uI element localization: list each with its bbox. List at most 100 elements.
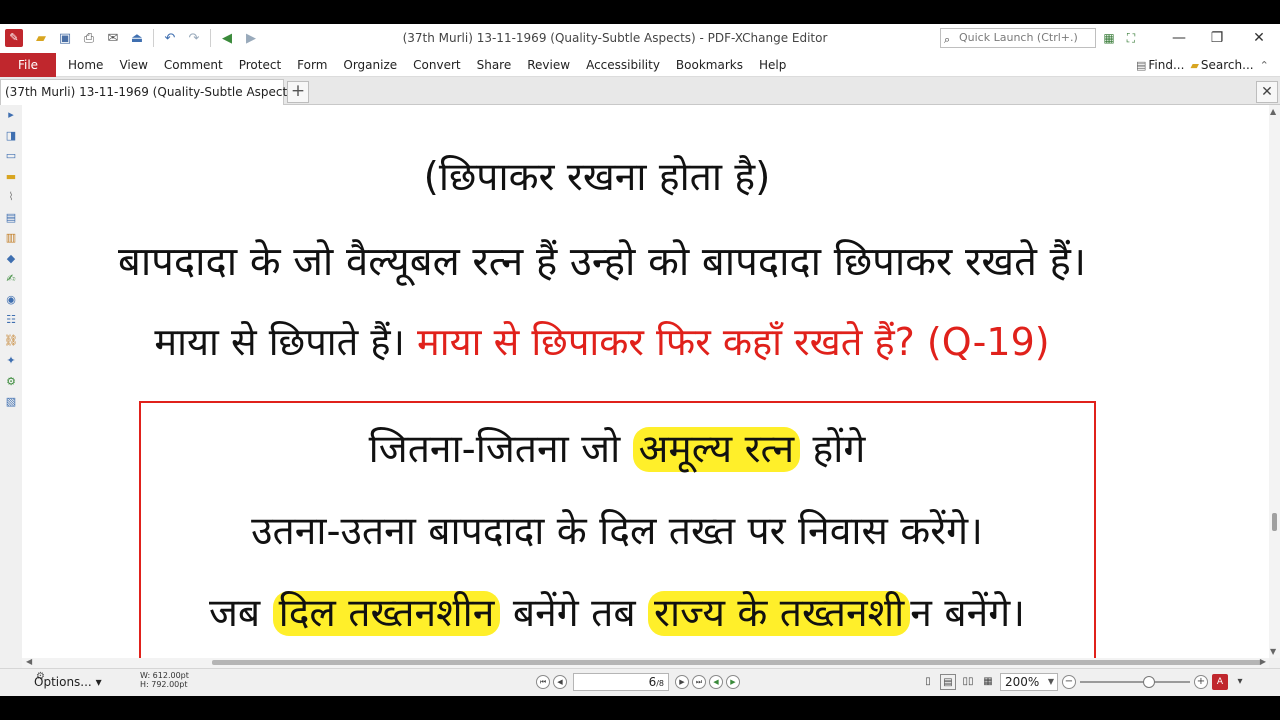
zoom-level-select[interactable]: 200% ▼: [1000, 673, 1058, 691]
facing-icon[interactable]: ▯▯: [960, 674, 976, 690]
menu-accessibility[interactable]: Accessibility: [578, 53, 668, 77]
page-dimensions: W: 612.00pt H: 792.00pt: [140, 671, 189, 689]
minimize-button[interactable]: —: [1160, 24, 1198, 53]
highlighted-text: राज्य के तख्तनशी: [648, 591, 911, 636]
vertical-scrollbar[interactable]: ▲ ▼: [1269, 105, 1280, 658]
layers-icon[interactable]: ◆: [0, 249, 22, 270]
bookmarks-icon[interactable]: ◨: [0, 126, 22, 147]
next-page-icon[interactable]: ▶: [675, 675, 689, 689]
file-menu-button[interactable]: File: [0, 53, 56, 77]
menu-help[interactable]: Help: [751, 53, 794, 77]
scroll-right-icon[interactable]: ▶: [1260, 657, 1266, 666]
menu-bar: File Home View Comment Protect Form Orga…: [0, 53, 1280, 77]
facing-continuous-icon[interactable]: ▦: [980, 674, 996, 690]
structure-icon[interactable]: ☷: [0, 310, 22, 331]
zoom-slider-knob[interactable]: [1143, 676, 1155, 688]
options-button[interactable]: Options... ▾: [34, 675, 102, 689]
zoom-slider[interactable]: [1080, 674, 1190, 690]
comments-icon[interactable]: ▬: [0, 167, 22, 188]
menu-view[interactable]: View: [111, 53, 155, 77]
single-page-icon[interactable]: ▯: [920, 674, 936, 690]
prev-page-icon[interactable]: ◀: [553, 675, 567, 689]
doc-line-1: (छिपाकर रखना होता है): [423, 155, 771, 200]
vertical-scroll-thumb[interactable]: [1272, 513, 1277, 531]
page-number-input[interactable]: 6/8: [573, 673, 669, 691]
zoom-slider-track: [1080, 681, 1190, 683]
continuous-icon[interactable]: ▤: [940, 674, 956, 690]
box-line-1-post: होंगे: [812, 427, 866, 472]
last-page-icon[interactable]: ⏭: [692, 675, 706, 689]
tags-icon[interactable]: ◉: [0, 290, 22, 311]
page-width: W: 612.00pt: [140, 671, 189, 680]
highlighted-text: अमूल्य रत्न: [632, 427, 801, 472]
document-tab[interactable]: (37th Murli) 13-11-1969 (Quality-Subtle …: [0, 79, 298, 105]
menu-comment[interactable]: Comment: [156, 53, 231, 77]
find-label: Find...: [1148, 58, 1185, 72]
menu-home[interactable]: Home: [60, 53, 111, 77]
fullscreen-icon[interactable]: ⛶: [1122, 29, 1140, 47]
total-pages: 8: [658, 679, 664, 688]
scroll-up-icon[interactable]: ▲: [1270, 107, 1276, 116]
menu-review[interactable]: Review: [519, 53, 578, 77]
expand-pane-icon[interactable]: ▸: [0, 105, 22, 126]
quick-launch-input[interactable]: ⌕ Quick Launch (Ctrl+.): [940, 28, 1096, 48]
menu-protect[interactable]: Protect: [231, 53, 289, 77]
zoom-out-icon[interactable]: −: [1062, 675, 1076, 689]
customize-icon[interactable]: ▦: [1100, 29, 1118, 47]
content-icon[interactable]: ▤: [0, 208, 22, 229]
doc-line-3-question: माया से छिपाकर फिर कहाँ रखते हैं? (Q-19): [417, 320, 1050, 364]
close-document-button[interactable]: ✕: [1256, 81, 1278, 103]
menu-organize[interactable]: Organize: [335, 53, 405, 77]
stamps-icon[interactable]: ✦: [0, 351, 22, 372]
status-bar: ⚙ Options... ▾ W: 612.00pt H: 792.00pt ⏮…: [0, 668, 1280, 696]
highlight-box: जितना-जितना जो अमूल्य रत्न होंगे उतना-उत…: [139, 401, 1096, 658]
menu-bookmarks[interactable]: Bookmarks: [668, 53, 751, 77]
links-icon[interactable]: ⛓: [0, 331, 22, 352]
box-line-1: जितना-जितना जो अमूल्य रत्न होंगे: [141, 421, 1093, 474]
title-bar: ✎ ▰ ▣ ⎙ ✉ ⏏ ↶ ↷ ◀ ▶ (37th Murli) 13-11-1…: [0, 24, 1280, 53]
find-button[interactable]: ▤ Find...: [1136, 58, 1184, 72]
box-line-3-pre: जब: [208, 591, 261, 636]
menu-items: Home View Comment Protect Form Organize …: [60, 53, 794, 77]
prev-view-icon[interactable]: ◀: [709, 675, 723, 689]
signatures-icon[interactable]: ✍: [0, 269, 22, 290]
thumbnails-icon[interactable]: ▧: [0, 392, 22, 413]
collapse-ribbon-icon[interactable]: ⌃: [1260, 59, 1269, 72]
search-button[interactable]: ▰ Search...: [1190, 58, 1253, 72]
pages-icon[interactable]: ▭: [0, 146, 22, 167]
new-tab-button[interactable]: +: [287, 81, 309, 103]
scroll-down-icon[interactable]: ▼: [1270, 647, 1276, 656]
menu-share[interactable]: Share: [469, 53, 520, 77]
close-window-button[interactable]: ✕: [1240, 24, 1278, 53]
zoom-in-icon[interactable]: +: [1194, 675, 1208, 689]
menu-form[interactable]: Form: [289, 53, 335, 77]
destinations-icon[interactable]: ▥: [0, 228, 22, 249]
status-menu-icon[interactable]: ▾: [1232, 674, 1248, 690]
restore-button[interactable]: ❐: [1198, 24, 1236, 53]
find-icon: ▤: [1136, 58, 1147, 72]
options-label: Options...: [34, 675, 92, 689]
menu-right-tools: ▤ Find... ▰ Search... ⌃: [1136, 53, 1269, 77]
search-icon: ⌕: [944, 33, 951, 46]
app-window: ✎ ▰ ▣ ⎙ ✉ ⏏ ↶ ↷ ◀ ▶ (37th Murli) 13-11-1…: [0, 24, 1280, 696]
scroll-left-icon[interactable]: ◀: [26, 657, 32, 666]
chevron-down-icon: ▼: [1047, 677, 1054, 686]
page-navigation: ⏮ ◀ 6/8 ▶ ⏭ ◀ ▶: [536, 673, 740, 691]
video-letterbox-bottom: [0, 696, 1280, 720]
menu-convert[interactable]: Convert: [405, 53, 468, 77]
box-line-1-pre: जितना-जितना जो: [368, 427, 621, 472]
video-letterbox-top: [0, 0, 1280, 24]
horizontal-scrollbar[interactable]: ◀ ▶: [22, 657, 1269, 668]
pdf-icon[interactable]: A: [1212, 674, 1228, 690]
quick-launch-placeholder: Quick Launch (Ctrl+.): [959, 31, 1078, 44]
box-line-3-post: न बनेंगे।: [910, 591, 1025, 636]
horizontal-scroll-thumb[interactable]: [212, 660, 1262, 665]
document-viewport[interactable]: (छिपाकर रखना होता है) बापदादा के जो वैल्…: [22, 105, 1269, 658]
doc-line-3: माया से छिपाते हैं। माया से छिपाकर फिर क…: [92, 315, 1112, 367]
title-right-tools: ▦ ⛶: [1100, 29, 1140, 47]
first-page-icon[interactable]: ⏮: [536, 675, 550, 689]
properties-icon[interactable]: ⚙: [0, 372, 22, 393]
search-label: Search...: [1200, 58, 1254, 72]
attachments-icon[interactable]: ⌇: [0, 187, 22, 208]
next-view-icon[interactable]: ▶: [726, 675, 740, 689]
